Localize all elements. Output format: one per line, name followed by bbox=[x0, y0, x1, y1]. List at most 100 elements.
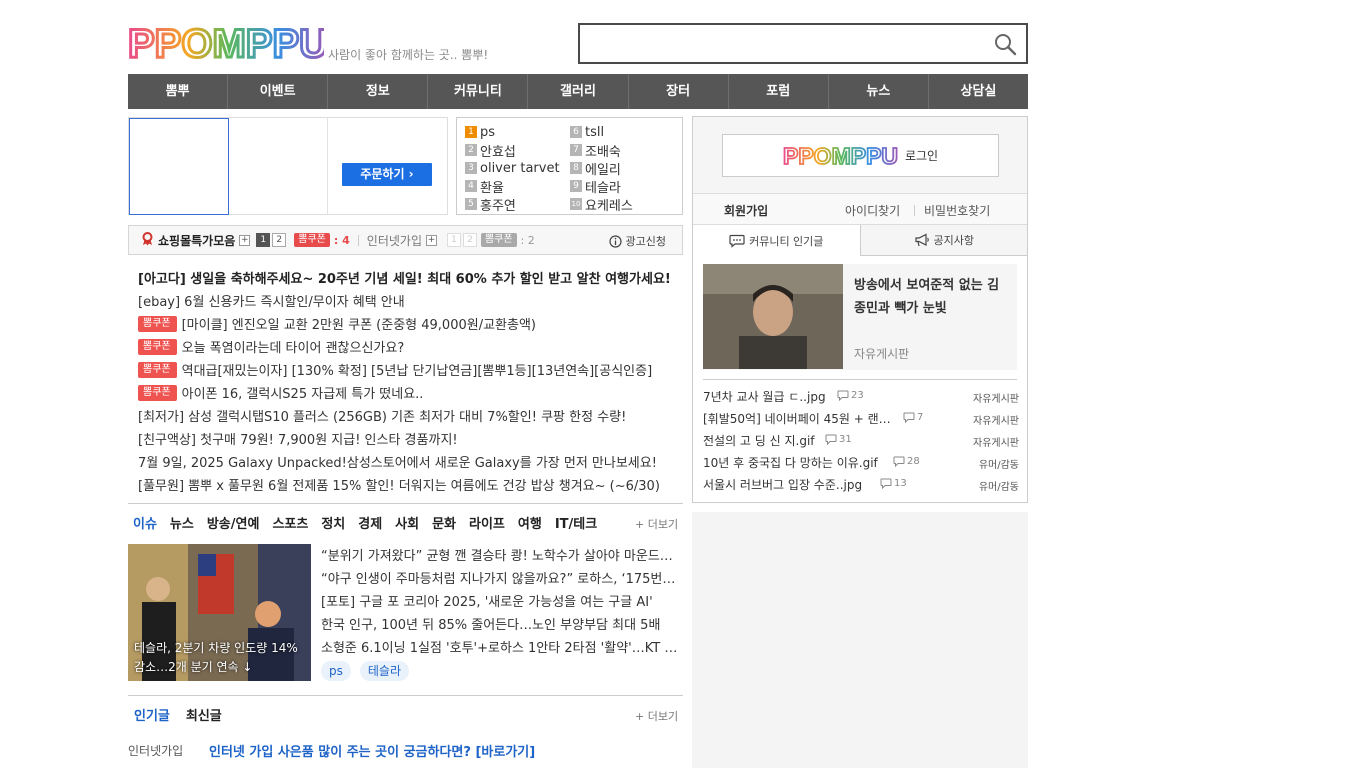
hot-deal-item[interactable]: [ebay] 6월 신용카드 즉시할인/무이자 혜택 안내 bbox=[138, 289, 678, 312]
keyword-chip[interactable]: ps bbox=[321, 661, 351, 681]
news-tab[interactable]: 스포츠 bbox=[272, 513, 308, 532]
news-thumbnail[interactable]: 테슬라, 2분기 차량 인도량 14% 감소…2개 분기 연속 ↓ bbox=[128, 544, 311, 681]
featured-post-thumbnail[interactable] bbox=[703, 264, 843, 369]
rank-number: 8 bbox=[570, 162, 582, 174]
tab-community-popular[interactable]: 커뮤니티 인기글 bbox=[693, 225, 861, 256]
hot-deal-title: 역대급[재밌는이자] [130% 확정] [5년납 단기납연금][뽐뿌1등][1… bbox=[181, 364, 653, 379]
nav-item-ppomppu[interactable]: 뽐뿌 bbox=[128, 74, 229, 109]
coupon-tag[interactable]: 뽐쿠폰 bbox=[294, 233, 330, 247]
community-post-item[interactable]: 서울시 러브버그 입장 수준..jpg 13 유머/감동 bbox=[703, 473, 1019, 495]
ranking-item[interactable]: 3 oliver tarvet bbox=[465, 159, 570, 177]
site-logo[interactable]: PPOMPPU bbox=[127, 21, 330, 68]
ranking-item[interactable]: 2 안효섭 bbox=[465, 141, 570, 159]
shopping-title[interactable]: 쇼핑몰특가모음 bbox=[158, 232, 235, 249]
expand-plus-icon[interactable]: + bbox=[425, 234, 437, 246]
ranking-item[interactable]: 7 조배숙 bbox=[570, 141, 675, 159]
post-board: 유머/감동 bbox=[978, 482, 1019, 493]
hot-deal-item[interactable]: [친구액상] 첫구매 79원! 7,900원 지급! 인스타 경품까지! bbox=[138, 427, 678, 450]
news-item[interactable]: “야구 인생이 주마등처럼 지나가지 않을까요?” 로하스, ‘175번째’ 홈… bbox=[321, 568, 683, 591]
tab-label: 공지사항 bbox=[933, 234, 974, 247]
comment-count-value: 31 bbox=[839, 434, 852, 445]
tab-notice[interactable]: 공지사항 bbox=[860, 225, 1027, 256]
nav-item-market[interactable]: 장터 bbox=[629, 74, 729, 109]
featured-post-title[interactable]: 방송에서 보여준적 없는 김종민과 빽가 눈빛 bbox=[854, 274, 1010, 320]
nav-item-consult[interactable]: 상담실 bbox=[929, 74, 1028, 109]
login-area: PPOMPPU 로그인 bbox=[693, 117, 1027, 194]
rank-keyword: 요케레스 bbox=[585, 198, 633, 214]
hot-deal-item[interactable]: [아고다] 생일을 축하해주세요~ 20주년 기념 세일! 최대 60% 추가 … bbox=[138, 266, 678, 289]
news-tab[interactable]: 문화 bbox=[432, 513, 456, 532]
community-post-item[interactable]: 7년차 교사 월급 ㄷ..jpg 23 자유게시판 bbox=[703, 385, 1019, 407]
hot-deal-title: 오늘 폭염이라는데 타이어 괜찮으신가요? bbox=[181, 341, 405, 356]
hot-deal-item[interactable]: 뽐쿠폰 [마이클] 엔진오일 교환 2만원 쿠폰 (준중형 49,000원/교환총… bbox=[138, 312, 678, 335]
banner-thumbnail[interactable] bbox=[129, 118, 229, 215]
hot-deal-item[interactable]: 뽐쿠폰 역대급[재밌는이자] [130% 확정] [5년납 단기납연금][뽐뿌1등… bbox=[138, 358, 678, 381]
internet-label[interactable]: 인터넷가입 bbox=[367, 232, 422, 249]
nav-item-forum[interactable]: 포럼 bbox=[729, 74, 829, 109]
signup-link[interactable]: 회원가입 bbox=[724, 202, 768, 219]
hot-deal-item[interactable]: [최저가] 삼성 갤럭시탭S10 플러스 (256GB) 기존 최저가 대비 7… bbox=[138, 404, 678, 427]
search-icon[interactable] bbox=[993, 32, 1017, 56]
ranking-item[interactable]: 5 홍주연 bbox=[465, 195, 570, 213]
hot-deal-title: [ebay] 6월 신용카드 즉시할인/무이자 혜택 안내 bbox=[138, 295, 405, 310]
order-button[interactable]: 주문하기 › bbox=[342, 163, 432, 186]
popular-more-link[interactable]: + 더보기 bbox=[635, 708, 678, 724]
featured-post[interactable]: 방송에서 보여준적 없는 김종민과 빽가 눈빛 자유게시판 bbox=[703, 264, 1017, 370]
news-item[interactable]: [포토] 구글 포 코리아 2025, '새로운 가능성을 여는 구글 AI' bbox=[321, 591, 683, 614]
nav-item-info[interactable]: 정보 bbox=[328, 74, 429, 109]
divider bbox=[357, 234, 359, 246]
news-tab[interactable]: 방송/연예 bbox=[207, 513, 260, 532]
ranking-item[interactable]: 4 환율 bbox=[465, 177, 570, 195]
nav-item-news[interactable]: 뉴스 bbox=[829, 74, 929, 109]
news-tab[interactable]: 경제 bbox=[358, 513, 382, 532]
news-more-link[interactable]: + 더보기 bbox=[635, 516, 678, 532]
page-button[interactable]: 2 bbox=[272, 233, 287, 247]
ranking-item[interactable]: 10 요케레스 bbox=[570, 195, 675, 213]
hot-deal-item[interactable]: 뽐쿠폰 아이폰 16, 갤럭시S25 자급제 특가 떴네요.. bbox=[138, 381, 678, 404]
ranking-item[interactable]: 8 에일리 bbox=[570, 159, 675, 177]
login-button[interactable]: PPOMPPU 로그인 bbox=[722, 134, 999, 177]
news-tab[interactable]: 라이프 bbox=[469, 513, 505, 532]
nav-item-gallery[interactable]: 갤러리 bbox=[528, 74, 629, 109]
ad-banner[interactable]: 주문하기 › bbox=[128, 117, 448, 215]
expand-plus-icon[interactable]: + bbox=[239, 234, 251, 246]
page-button[interactable]: 1 bbox=[256, 233, 271, 247]
search-input[interactable] bbox=[580, 25, 980, 62]
hot-deal-item[interactable]: 7월 9일, 2025 Galaxy Unpacked!삼성스토어에서 새로운 … bbox=[138, 450, 678, 473]
news-tab[interactable]: 정치 bbox=[321, 513, 345, 532]
hot-deal-item[interactable]: [풀무원] 뽐뿌 x 풀무원 6월 전제품 15% 할인! 더워지는 여름에도 … bbox=[138, 473, 678, 496]
keyword-chips: ps 테슬라 bbox=[321, 661, 418, 681]
svg-text:PPOMPPU: PPOMPPU bbox=[128, 22, 324, 64]
news-item[interactable]: 한국 인구, 100년 뒤 85% 줄어든다…노인 부양부담 최대 5배 bbox=[321, 614, 683, 637]
find-id-link[interactable]: 아이디찾기 bbox=[845, 202, 900, 219]
banner-thumbnail[interactable] bbox=[229, 118, 328, 215]
tab-latest[interactable]: 최신글 bbox=[186, 705, 222, 724]
ranking-item[interactable]: 6 tsll bbox=[570, 123, 675, 141]
news-tab[interactable]: IT/테크 bbox=[555, 513, 597, 532]
ranking-item[interactable]: 1 ps bbox=[465, 123, 570, 141]
news-tab[interactable]: 이슈 bbox=[133, 513, 157, 532]
coupon-tag[interactable]: 뽐쿠폰 bbox=[480, 233, 517, 247]
tab-popular[interactable]: 인기글 bbox=[134, 705, 170, 724]
rank-keyword: ps bbox=[480, 124, 496, 140]
page-button[interactable]: 2 bbox=[462, 233, 477, 247]
hot-deal-item[interactable]: 뽐쿠폰 오늘 폭염이라는데 타이어 괜찮으신가요? bbox=[138, 335, 678, 358]
community-post-item[interactable]: 전설의 고 딩 신 지.gif 31 자유게시판 bbox=[703, 429, 1019, 451]
news-tab[interactable]: 여행 bbox=[518, 513, 542, 532]
community-post-item[interactable]: 10년 후 중국집 다 망하는 이유.gif 28 유머/감동 bbox=[703, 451, 1019, 473]
ad-request-button[interactable]: 광고신청 bbox=[608, 233, 666, 249]
news-tab[interactable]: 사회 bbox=[395, 513, 419, 532]
news-tab[interactable]: 뉴스 bbox=[170, 513, 194, 532]
page-button[interactable]: 1 bbox=[446, 233, 461, 247]
keyword-chip[interactable]: 테슬라 bbox=[359, 661, 409, 681]
ranking-item[interactable]: 9 테슬라 bbox=[570, 177, 675, 195]
news-item[interactable]: 소형준 6.1이닝 1실점 '호투'+로하스 1안타 2타점 '활약'…KT 승… bbox=[321, 637, 683, 660]
ad-link[interactable]: 인터넷 가입 사은품 많이 주는 곳이 궁금하다면? [바로가기] bbox=[209, 741, 535, 760]
news-item[interactable]: “분위기 가져왔다” 균형 깬 결승타 쾅! 노학수가 살아야 마운드도 산다 bbox=[321, 545, 683, 568]
find-password-link[interactable]: 비밀번호찾기 bbox=[924, 202, 990, 219]
comment-count-value: 23 bbox=[851, 390, 864, 401]
nav-item-event[interactable]: 이벤트 bbox=[228, 74, 329, 109]
svg-text:PPOMPPU: PPOMPPU bbox=[783, 144, 898, 168]
community-post-item[interactable]: [휘발50억] 네이버페이 45원 + 랜덤 5원 7 자유게시판 bbox=[703, 407, 1019, 429]
nav-item-community[interactable]: 커뮤니티 bbox=[428, 74, 529, 109]
